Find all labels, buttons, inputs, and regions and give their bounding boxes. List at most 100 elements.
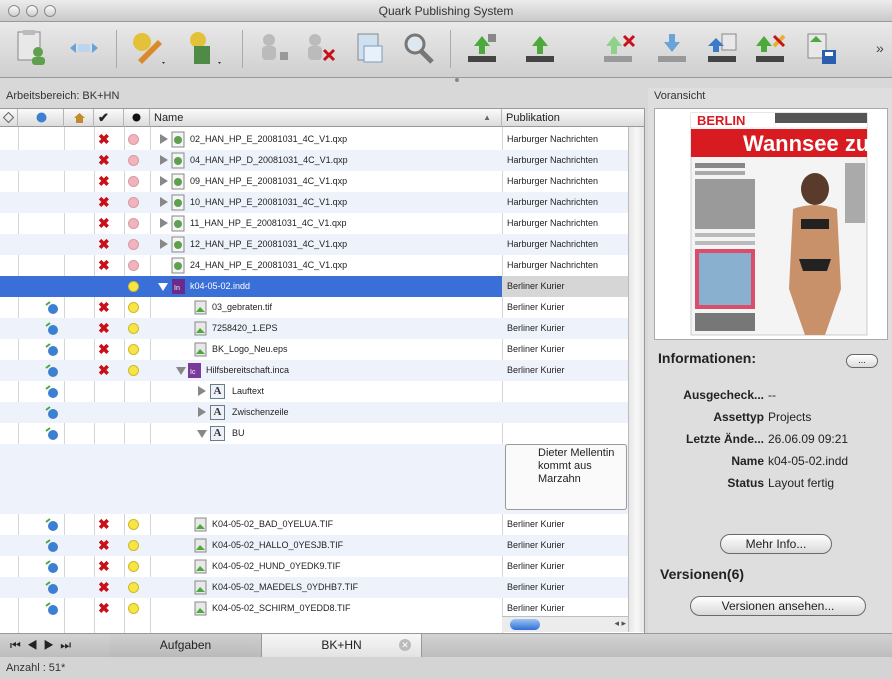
cross-icon: ✖: [98, 215, 110, 231]
cross-icon: ✖: [98, 341, 110, 357]
checkmark-icon: ✔: [98, 110, 109, 125]
status-dot: [128, 603, 139, 614]
expand-triangle-icon[interactable]: [160, 155, 168, 165]
table-row[interactable]: ✖ K04-05-02_BAD_0YELUA.TIF Berliner Kuri…: [0, 514, 628, 535]
checkout-document-button[interactable]: [12, 28, 52, 68]
cross-icon: ✖: [98, 579, 110, 595]
quark-document-icon: [171, 152, 185, 169]
edit-button[interactable]: [128, 28, 168, 68]
status-dot: [128, 260, 139, 271]
view-versions-button[interactable]: Versionen ansehen...: [690, 596, 866, 616]
info-title: Informationen:: [658, 350, 756, 366]
column-header-publication[interactable]: Publikation: [502, 109, 628, 127]
item-count: Anzahl : 51*: [6, 662, 66, 674]
table-row[interactable]: ✖ 09_HAN_HP_E_20081031_4C_V1.qxp Harburg…: [0, 171, 628, 192]
table-row[interactable]: ✖ 12_HAN_HP_E_20081031_4C_V1.qxp Harburg…: [0, 234, 628, 255]
table-row[interactable]: ✖ 10_HAN_HP_E_20081031_4C_V1.qxp Harburg…: [0, 192, 628, 213]
expand-triangle-icon[interactable]: [198, 407, 206, 417]
preview-thumbnail[interactable]: BERLIN Wannsee zu: [654, 108, 888, 340]
info-options-button[interactable]: ...: [846, 354, 878, 368]
previous-icon[interactable]: ◀: [27, 638, 44, 652]
incopy-document-icon: Ic: [188, 363, 201, 378]
workspace-globe-icon: [45, 406, 58, 419]
tab-bk-hn[interactable]: BK+HN ✕: [262, 634, 422, 658]
cancel-checkout-button[interactable]: [598, 28, 638, 68]
table-row[interactable]: ✖ 24_HAN_HP_E_20081031_4C_V1.qxp Harburg…: [0, 255, 628, 276]
tab-aufgaben[interactable]: Aufgaben: [110, 634, 262, 658]
cross-icon: ✖: [98, 131, 110, 147]
column-header-workspace[interactable]: [18, 109, 64, 127]
search-button[interactable]: [398, 28, 438, 68]
more-info-button[interactable]: Mehr Info...: [720, 534, 832, 554]
table-row[interactable]: ✖ 04_HAN_HP_D_20081031_4C_V1.qxp Harburg…: [0, 150, 628, 171]
column-header-name[interactable]: Name ▲: [150, 109, 502, 127]
table-row[interactable]: ✖ K04-05-02_HUND_0YEDK9.TIF Berliner Kur…: [0, 556, 628, 577]
add-user-button[interactable]: [254, 28, 294, 68]
first-icon[interactable]: ⏮: [10, 638, 27, 652]
arrows-icon: [70, 43, 98, 53]
horizontal-scrollbar[interactable]: ◂ ▸: [502, 616, 628, 632]
table-row[interactable]: ✖ 7258420_1.EPS Berliner Kurier: [0, 318, 628, 339]
collapse-triangle-icon[interactable]: [158, 283, 168, 291]
toolbar-overflow-icon[interactable]: »: [876, 40, 884, 56]
layout-button[interactable]: [350, 28, 390, 68]
svg-text:In: In: [174, 285, 180, 292]
expand-triangle-icon[interactable]: [160, 176, 168, 186]
table-row[interactable]: ✖ 03_gebraten.tif Berliner Kurier: [0, 297, 628, 318]
expand-triangle-icon[interactable]: [160, 239, 168, 249]
checkin-button[interactable]: [462, 28, 502, 68]
asset-table: ✔ Name ▲ Publikation ✖ 02_HAN_HP_E_20081…: [0, 108, 645, 633]
column-header-status[interactable]: [124, 109, 150, 127]
table-header: ✔ Name ▲ Publikation: [0, 109, 644, 127]
table-row[interactable]: A Lauftext: [0, 381, 628, 402]
replace-icon: [756, 34, 786, 62]
expand-triangle-icon[interactable]: [160, 134, 168, 144]
scrollbar-thumb[interactable]: [510, 619, 540, 630]
remove-user-button[interactable]: [300, 28, 340, 68]
table-row[interactable]: ✖ BK_Logo_Neu.eps Berliner Kurier: [0, 339, 628, 360]
table-row[interactable]: ✖ K04-05-02_HALLO_0YESJB.TIF Berliner Ku…: [0, 535, 628, 556]
picture-file-icon: [194, 538, 207, 553]
text-component-icon: A: [210, 384, 225, 399]
quark-document-icon: [171, 215, 185, 232]
table-row[interactable]: A Zwischenzeile: [0, 402, 628, 423]
table-row[interactable]: ✖ 02_HAN_HP_E_20081031_4C_V1.qxp Harburg…: [0, 129, 628, 150]
status-dot: [128, 323, 139, 334]
close-tab-icon[interactable]: ✕: [399, 639, 411, 651]
quark-document-icon: [171, 257, 185, 274]
scroll-arrows-icon[interactable]: ◂ ▸: [614, 618, 626, 629]
column-header-checked[interactable]: ✔: [94, 109, 124, 127]
upload-button[interactable]: [520, 28, 560, 68]
expand-triangle-icon[interactable]: [160, 197, 168, 207]
vertical-scrollbar[interactable]: [628, 127, 644, 632]
status-dot: [128, 582, 139, 593]
status-dot: [128, 302, 139, 313]
collapse-triangle-icon[interactable]: [197, 430, 207, 438]
table-row-selected[interactable]: In k04-05-02.indd Berliner Kurier: [0, 276, 628, 297]
column-header-route[interactable]: [64, 109, 94, 127]
table-row[interactable]: ✖ K04-05-02_MAEDELS_0YDHB7.TIF Berliner …: [0, 577, 628, 598]
picture-file-icon: [194, 517, 207, 532]
save-button[interactable]: [800, 28, 840, 68]
splitter-handle[interactable]: [455, 78, 459, 82]
column-header-lock[interactable]: [0, 109, 18, 127]
diamond-icon: [3, 112, 14, 123]
status-dot: [128, 281, 139, 292]
table-row[interactable]: ✖ Ic Hilfsbereitschaft.inca Berliner Kur…: [0, 360, 628, 381]
assign-button[interactable]: [184, 28, 224, 68]
table-row[interactable]: A BU: [0, 423, 628, 444]
navigate-button[interactable]: [64, 28, 104, 68]
title-bar: Quark Publishing System: [0, 0, 892, 22]
download-button[interactable]: [652, 28, 692, 68]
expand-triangle-icon[interactable]: [160, 218, 168, 228]
table-row[interactable]: ✖ 11_HAN_HP_E_20081031_4C_V1.qxp Harburg…: [0, 213, 628, 234]
replace-button[interactable]: [750, 28, 790, 68]
next-icon[interactable]: ▶: [44, 638, 61, 652]
home-icon: [74, 113, 85, 123]
export-button[interactable]: [702, 28, 742, 68]
collapse-triangle-icon[interactable]: [176, 367, 186, 375]
last-icon[interactable]: ⏭: [60, 638, 77, 652]
cross-icon: ✖: [98, 236, 110, 252]
cross-icon: ✖: [98, 299, 110, 315]
expand-triangle-icon[interactable]: [198, 386, 206, 396]
